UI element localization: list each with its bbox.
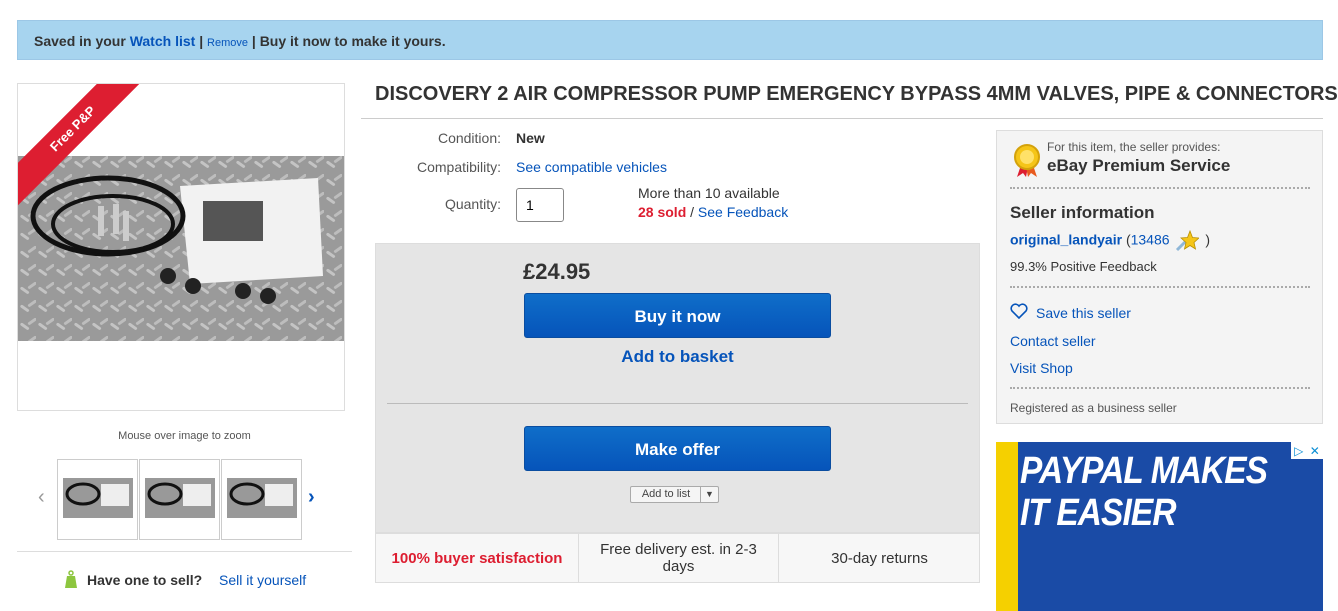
thumbnail-image [226,478,297,518]
feedback-score-link[interactable]: 13486 [1131,232,1170,248]
add-to-list-dropdown[interactable]: Add to list ▼ [630,486,719,503]
ad-line-1: PAYPAL MAKES [1020,450,1268,492]
thumbnail[interactable] [221,459,302,540]
sold-separator: / [690,204,695,220]
banner-separator: | [199,33,204,49]
free-postage-ribbon: Free P&P [18,84,148,207]
buy-it-now-button[interactable]: Buy it now [524,293,831,338]
ad-accent-bar [996,442,1018,611]
premium-service-title: eBay Premium Service [1047,156,1231,175]
buyer-satisfaction: 100% buyer satisfaction [391,549,563,567]
seller-name-row: original_landyair (13486 ) [1010,230,1210,252]
delivery-estimate: Free delivery est. in 2-3 days [578,534,779,582]
see-feedback-link[interactable]: See Feedback [698,204,788,220]
add-to-basket-button[interactable]: Add to basket [524,347,831,367]
banner-message: Saved in your Watch list | Remove | Buy … [34,33,446,49]
divider [1010,187,1310,189]
main-product-image[interactable]: Free P&P [17,83,345,411]
ad-headline: PAYPAL MAKES IT EASIER [1020,450,1268,534]
ad-choices-badge[interactable]: ▷ ✕ [1291,442,1323,459]
chevron-right-icon[interactable]: › [308,486,315,509]
zoom-hint: Mouse over image to zoom [118,430,251,442]
watch-list-banner: Saved in your Watch list | Remove | Buy … [17,20,1323,60]
seller-info-heading: Seller information [1010,203,1155,222]
item-title: DISCOVERY 2 AIR COMPRESSOR PUMP EMERGENC… [375,83,1338,105]
divider [361,118,1323,119]
watch-list-link[interactable]: Watch list [130,33,196,49]
price: £24.95 [523,259,591,284]
price-tag-icon [65,570,77,588]
banner-buy-message: Buy it now to make it yours. [259,33,446,49]
ad-line-2: IT EASIER [1020,492,1176,534]
premium-provides-text: For this item, the seller provides: [1047,140,1221,154]
sold-count: 28 sold [638,204,687,220]
thumbnail-image [62,478,133,518]
seller-info-panel: For this item, the seller provides: eBay… [996,130,1323,424]
ribbon-container: Free P&P [18,84,148,214]
score-close-paren: ) [1205,231,1210,248]
divider [387,403,968,404]
see-compatible-vehicles-link[interactable]: See compatible vehicles [516,159,667,175]
add-to-list-label: Add to list [641,488,691,500]
availability-text: More than 10 available [638,185,780,201]
quantity-label: Quantity: [444,196,501,212]
premium-medal-icon [1014,144,1040,177]
divider [1010,387,1310,389]
returns-policy: 30-day returns [831,549,928,567]
condition-label: Condition: [437,130,501,146]
remove-link[interactable]: Remove [207,37,248,49]
sell-it-yourself-link[interactable]: Sell it yourself [219,572,306,588]
compatibility-label: Compatibility: [416,159,501,175]
thumbnail[interactable] [57,459,138,540]
ad-info-icon[interactable]: ▷ [1294,444,1303,458]
condition-value: New [516,130,545,146]
divider [17,551,352,552]
heart-icon[interactable] [1010,303,1028,319]
positive-feedback: 99.3% Positive Feedback [1010,259,1157,274]
registered-business-text: Registered as a business seller [1010,401,1177,415]
make-offer-button[interactable]: Make offer [524,426,831,471]
quantity-input[interactable] [516,188,564,222]
paypal-advertisement[interactable]: PAYPAL MAKES IT EASIER ▷ ✕ [996,442,1323,611]
thumbnail[interactable] [139,459,220,540]
ad-close-icon[interactable]: ✕ [1310,444,1320,458]
banner-separator: | [251,33,256,49]
divider [1010,286,1310,288]
chevron-left-icon[interactable]: ‹ [38,486,45,509]
banner-saved-prefix: Saved in your [34,33,126,49]
save-this-seller-link[interactable]: Save this seller [1036,305,1131,321]
feature-row: 100% buyer satisfaction Free delivery es… [375,533,980,583]
thumbnail-image [144,478,215,518]
seller-name-link[interactable]: original_landyair [1010,232,1122,248]
chevron-down-icon[interactable]: ▼ [700,487,718,502]
visit-shop-link[interactable]: Visit Shop [1010,360,1073,376]
have-one-to-sell: Have one to sell? [87,572,203,588]
sold-info: 28 sold / See Feedback [638,204,788,220]
shooting-star-icon[interactable] [1175,230,1200,252]
contact-seller-link[interactable]: Contact seller [1010,333,1096,349]
